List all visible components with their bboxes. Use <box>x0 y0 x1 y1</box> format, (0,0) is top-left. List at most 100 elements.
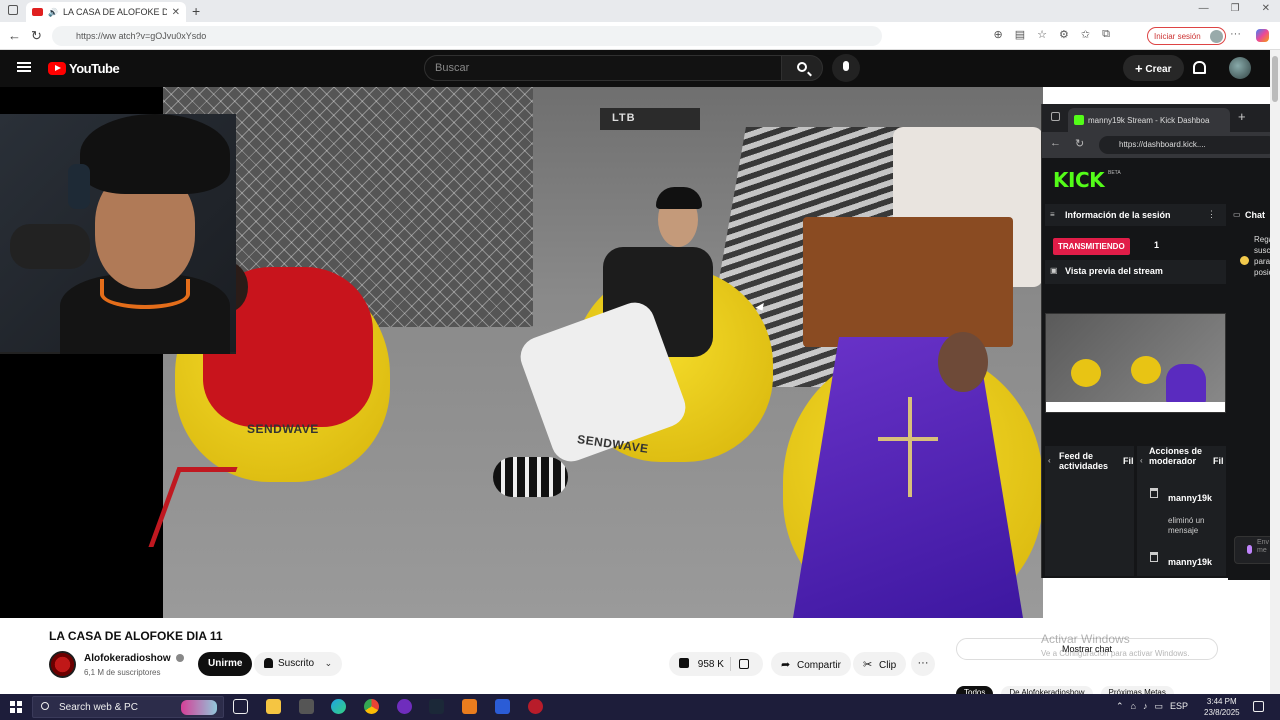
notification-center-icon[interactable] <box>1253 701 1264 712</box>
webcam-hair <box>80 114 230 194</box>
account-avatar[interactable] <box>1229 57 1251 79</box>
translate-icon[interactable]: ⊕ <box>994 28 1003 41</box>
calculator-icon[interactable] <box>299 699 314 714</box>
steam-icon[interactable] <box>429 699 444 714</box>
mod-entry-action: eliminó un mensaje <box>1168 516 1205 535</box>
channel-name[interactable]: Alofokeradioshow <box>84 653 185 664</box>
flamingo-icon <box>181 700 217 715</box>
more-options-icon[interactable]: ··· <box>1230 28 1241 40</box>
clip-button[interactable]: ✂ Clip <box>853 652 907 676</box>
network-icon[interactable]: ⌂ <box>1131 701 1136 712</box>
more-actions-icon[interactable]: ··· <box>911 652 935 676</box>
windows-start-icon[interactable] <box>10 701 22 713</box>
share-button[interactable]: ➦ Compartir <box>771 652 851 676</box>
reader-icon[interactable]: ▤ <box>1015 28 1025 41</box>
activity-feed-title: Feed de actividades <box>1059 451 1109 471</box>
page-scrollbar[interactable] <box>1270 50 1280 694</box>
extensions-icon[interactable]: ⚙ <box>1059 28 1069 41</box>
trash-icon <box>1150 488 1158 498</box>
activity-filter-button[interactable]: Fil <box>1123 456 1134 466</box>
url-field[interactable]: https://ww atch?v=gOJvu0xYsdo <box>52 26 882 46</box>
channel-avatar[interactable] <box>49 651 76 678</box>
tab-actions-icon[interactable] <box>8 5 18 15</box>
subscribed-button[interactable]: Suscrito ⌄ <box>254 652 343 676</box>
kick-logo[interactable]: KICK <box>1053 168 1105 192</box>
video-player[interactable]: LTB SENDWAVE SENDWAVE <box>0 87 1043 618</box>
join-button[interactable]: Unirme <box>198 652 253 676</box>
back-arrow-icon[interactable]: ← <box>1050 137 1061 149</box>
copilot-icon[interactable] <box>1256 29 1269 42</box>
search-button[interactable] <box>781 55 823 81</box>
tray-expand-icon[interactable]: ⌃ <box>1116 701 1124 712</box>
expand-icon[interactable]: ‹ <box>1140 456 1143 465</box>
session-menu-icon[interactable]: ⋮ <box>1207 209 1216 220</box>
signin-button[interactable]: Iniciar sesión <box>1147 27 1226 45</box>
tab-actions-icon[interactable] <box>1051 112 1060 121</box>
refresh-icon[interactable]: ↻ <box>1075 137 1084 150</box>
refresh-icon[interactable]: ↻ <box>31 28 42 44</box>
dislike-icon[interactable] <box>739 659 749 669</box>
battery-icon[interactable]: ▭ <box>1154 701 1163 712</box>
keyboard-language[interactable]: ESP <box>1170 701 1188 712</box>
menu-icon[interactable] <box>17 62 31 72</box>
mod-filter-button[interactable]: Fil <box>1213 456 1224 466</box>
speaker-icon[interactable]: 🔊 <box>48 8 58 17</box>
app-icon[interactable] <box>495 699 510 714</box>
search-icon <box>41 702 49 710</box>
system-clock[interactable]: 3:44 PM 23/8/2025 <box>1204 696 1240 718</box>
close-window-icon[interactable]: ✕ <box>1262 3 1270 14</box>
share-label: Compartir <box>797 660 841 671</box>
maximize-icon[interactable]: ❐ <box>1231 3 1240 14</box>
app-icon[interactable] <box>462 699 477 714</box>
youtube-logo-text[interactable]: YouTube <box>69 61 120 76</box>
file-explorer-icon[interactable] <box>266 699 281 714</box>
like-icon[interactable] <box>679 658 689 668</box>
new-tab-icon[interactable]: + <box>192 3 200 19</box>
robe-cross-bar <box>878 437 938 441</box>
minimize-icon[interactable]: — <box>1199 3 1209 14</box>
kick-browser-tab[interactable]: manny19k Stream - Kick Dashboa ✕ <box>1068 108 1230 132</box>
chat-title[interactable]: Chat <box>1245 210 1265 220</box>
red-chair <box>148 467 238 547</box>
mod-entry-user[interactable]: manny19k <box>1168 493 1212 503</box>
preview-beanbag <box>1071 359 1101 387</box>
expand-icon[interactable]: ‹ <box>1048 456 1051 465</box>
volume-icon[interactable]: ♪ <box>1143 701 1148 712</box>
like-divider <box>730 657 731 671</box>
kick-tab-bar: manny19k Stream - Kick Dashboa ✕ + <box>1042 104 1280 132</box>
favorite-star-icon[interactable]: ☆ <box>1037 28 1047 41</box>
viewer-count: 1 <box>1154 240 1160 250</box>
obs-icon[interactable] <box>397 699 412 714</box>
browser-tab-youtube[interactable]: 🔊 LA CASA DE ALOFOKE DIA 1 ✕ <box>26 2 186 22</box>
search-input[interactable]: Buscar <box>424 55 782 81</box>
chevron-down-icon: ⌄ <box>324 658 333 668</box>
chrome-icon[interactable] <box>364 699 379 714</box>
profile-icon <box>1209 30 1223 43</box>
system-tray: ⌃ ⌂ ♪ ▭ ESP <box>1116 701 1188 712</box>
window-controls: — ❐ ✕ <box>1199 3 1270 14</box>
mod-entry-user[interactable]: manny19k <box>1168 557 1212 567</box>
kick-dashboard-window: manny19k Stream - Kick Dashboa ✕ + ← ↻ h… <box>1041 104 1280 580</box>
kick-url-field[interactable]: https://dashboard.kick.... <box>1099 136 1277 154</box>
scrollbar-thumb[interactable] <box>1272 56 1278 102</box>
notifications-bell-icon[interactable] <box>1193 61 1206 74</box>
microphone-icon <box>10 224 90 269</box>
stream-preview-header[interactable]: ▣ Vista previa del stream <box>1045 260 1226 284</box>
session-info-header[interactable]: ≡ Información de la sesión ⋮ <box>1045 204 1226 226</box>
create-button[interactable]: + Crear <box>1123 55 1184 81</box>
youtube-logo-icon[interactable] <box>48 62 66 75</box>
preview-beanbag <box>1131 356 1161 384</box>
close-tab-icon[interactable]: ✕ <box>172 7 180 18</box>
edge-icon[interactable] <box>331 699 346 714</box>
back-arrow-icon[interactable]: ← <box>8 28 21 43</box>
task-view-icon[interactable] <box>233 699 248 714</box>
new-tab-icon[interactable]: + <box>1238 109 1246 124</box>
taskbar-search-input[interactable]: Search web & PC <box>32 696 224 718</box>
app-icon[interactable] <box>528 699 543 714</box>
favorites-icon[interactable]: ✩ <box>1081 28 1090 41</box>
like-count[interactable]: 958 K <box>698 659 724 670</box>
search-placeholder: Buscar <box>435 62 470 74</box>
collections-icon[interactable]: ⧉ <box>1102 28 1110 41</box>
kick-favicon-icon <box>1074 115 1084 125</box>
voice-search-icon[interactable] <box>832 54 860 82</box>
